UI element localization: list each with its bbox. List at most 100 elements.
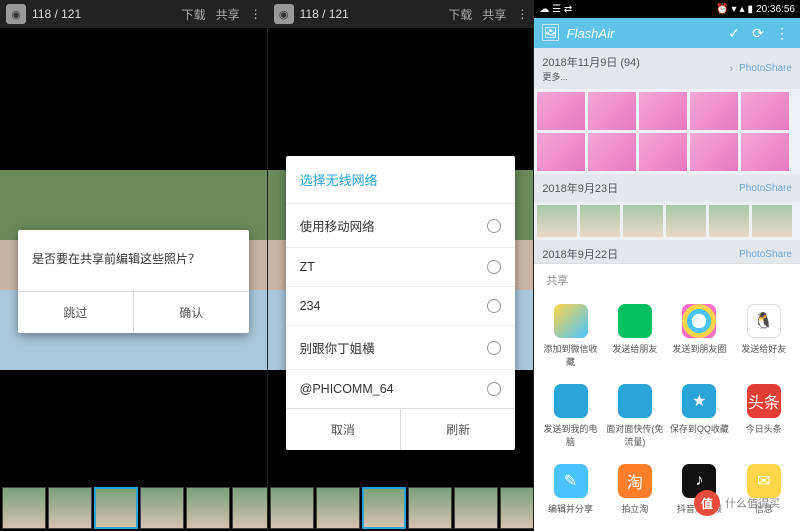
cancel-button[interactable]: 取消 — [286, 409, 400, 450]
network-option[interactable]: 别跟你丁姐横 — [286, 325, 516, 369]
photo-thumb[interactable] — [690, 92, 738, 130]
alarm-icon: ⏰ — [716, 4, 728, 15]
pane-photo-share-confirm: ◉ 118 / 121 下载 共享 ⋮ 是否要在共享前编辑这些照片？ 跳过 确认 — [0, 0, 267, 531]
photo-counter: 118 / 121 — [32, 7, 172, 21]
more-icon[interactable]: ⋮ — [770, 25, 794, 42]
thumbnail[interactable] — [2, 487, 46, 529]
app-label: 发送给朋友 — [605, 342, 665, 355]
network-option[interactable]: 234 — [286, 286, 516, 325]
photo-thumb[interactable] — [741, 92, 789, 130]
check-button[interactable]: ✓ — [722, 25, 746, 42]
more-icon[interactable]: ⋮ — [516, 7, 527, 21]
skip-button[interactable]: 跳过 — [18, 292, 133, 333]
photo-thumb[interactable] — [690, 133, 738, 171]
status-bar: ☁ ☰ ⇄ ⏰▾▴▮20:36:56 — [534, 0, 800, 18]
thumbnail[interactable] — [270, 487, 314, 529]
app-icon — [554, 304, 588, 338]
photoshare-link[interactable]: PhotoShare — [739, 63, 792, 74]
dialog-buttons: 取消 刷新 — [286, 408, 516, 450]
radio-icon — [487, 299, 501, 313]
status-left-icons: ☁ ☰ ⇄ — [539, 4, 713, 15]
app-label: 拍立淘 — [605, 502, 665, 515]
app-label: 发送到朋友圈 — [669, 342, 729, 355]
photo-thumb[interactable] — [623, 205, 663, 237]
toolbar: 🖼 FlashAir ✓ ⟳ ⋮ — [534, 18, 800, 48]
date-section[interactable]: 2018年9月23日 PhotoShare — [534, 174, 800, 202]
date-section[interactable]: 2018年11月9日 (94)更多... › PhotoShare — [534, 48, 800, 89]
share-title: 共享 — [534, 264, 800, 296]
thumbnail[interactable] — [454, 487, 498, 529]
thumbnail[interactable] — [140, 487, 184, 529]
more-icon[interactable]: ⋮ — [250, 7, 261, 21]
thumbnail-selected[interactable] — [94, 487, 138, 529]
share-app-发送到朋友圈[interactable]: 发送到朋友圈 — [667, 296, 731, 376]
share-app-今日头条[interactable]: 头条今日头条 — [732, 376, 796, 456]
download-button[interactable]: 下载 — [182, 6, 206, 23]
thumbnail[interactable] — [408, 487, 452, 529]
status-right: ⏰▾▴▮20:36:56 — [713, 4, 795, 15]
thumbnail[interactable] — [48, 487, 92, 529]
photo-thumb[interactable] — [537, 205, 577, 237]
photo-thumb[interactable] — [639, 92, 687, 130]
photo-thumb[interactable] — [588, 92, 636, 130]
share-app-拍立淘[interactable]: 淘拍立淘 — [603, 456, 667, 523]
thumbnail-strip — [0, 485, 267, 531]
thumbnail-selected[interactable] — [362, 487, 406, 529]
app-icon: ◉ — [274, 4, 294, 24]
section-date: 2018年9月23日 — [542, 180, 739, 196]
app-icon — [618, 304, 652, 338]
network-option[interactable]: @PHICOMM_64 — [286, 369, 516, 408]
share-app-面对面快传(免流量)[interactable]: 面对面快传(免流量) — [603, 376, 667, 456]
share-button[interactable]: 共享 — [482, 6, 506, 23]
download-button[interactable]: 下载 — [448, 6, 472, 23]
thumbnail[interactable] — [232, 487, 267, 529]
share-app-发送给朋友[interactable]: 发送给朋友 — [603, 296, 667, 376]
dialog-message: 是否要在共享前编辑这些照片？ — [18, 230, 249, 291]
network-option[interactable]: ZT — [286, 247, 516, 286]
share-app-添加到微信收藏[interactable]: 添加到微信收藏 — [538, 296, 602, 376]
section-date: 2018年11月9日 (94) — [542, 54, 723, 70]
photo-thumb[interactable] — [639, 133, 687, 171]
photo-thumb[interactable] — [741, 133, 789, 171]
network-option[interactable]: 使用移动网络 — [286, 203, 516, 247]
select-network-dialog: 选择无线网络 使用移动网络 ZT 234 别跟你丁姐横 @PHICOMM_64 … — [286, 156, 516, 450]
radio-icon — [487, 219, 501, 233]
watermark-logo: 值 — [694, 490, 720, 516]
refresh-button[interactable]: 刷新 — [400, 409, 515, 450]
thumbnail[interactable] — [316, 487, 360, 529]
photo-thumb[interactable] — [588, 133, 636, 171]
photo-thumb[interactable] — [752, 205, 792, 237]
share-button[interactable]: 共享 — [216, 6, 240, 23]
wifi-icon: ▾ — [731, 4, 736, 15]
app-icon: ◉ — [6, 4, 26, 24]
confirm-button[interactable]: 确认 — [133, 292, 249, 333]
header: ◉ 118 / 121 下载 共享 ⋮ — [0, 0, 267, 28]
app-title: FlashAir — [567, 26, 722, 41]
app-icon — [554, 384, 588, 418]
app-label: 今日头条 — [734, 422, 794, 435]
photo-thumb[interactable] — [709, 205, 749, 237]
photo-thumb[interactable] — [537, 133, 585, 171]
share-app-发送到我的电脑[interactable]: 发送到我的电脑 — [538, 376, 602, 456]
photo-thumb[interactable] — [537, 92, 585, 130]
chevron-right-icon: › — [729, 63, 733, 75]
app-label: 保存到QQ收藏 — [669, 422, 729, 435]
dialog-title: 选择无线网络 — [286, 156, 516, 203]
share-app-保存到QQ收藏[interactable]: ★保存到QQ收藏 — [667, 376, 731, 456]
share-app-发送给好友[interactable]: 🐧发送给好友 — [732, 296, 796, 376]
thumbnail-strip — [268, 485, 534, 531]
photoshare-link[interactable]: PhotoShare — [739, 183, 792, 194]
photo-thumb[interactable] — [580, 205, 620, 237]
app-label: 发送给好友 — [734, 342, 794, 355]
thumbnail[interactable] — [500, 487, 534, 529]
app-icon — [682, 304, 716, 338]
app-label: 添加到微信收藏 — [540, 342, 600, 368]
thumbnail[interactable] — [186, 487, 230, 529]
photo-thumb[interactable] — [666, 205, 706, 237]
refresh-button[interactable]: ⟳ — [746, 25, 770, 42]
edit-before-share-dialog: 是否要在共享前编辑这些照片？ 跳过 确认 — [18, 230, 249, 333]
share-app-编辑并分享[interactable]: ✎编辑并分享 — [538, 456, 602, 523]
app-label: 编辑并分享 — [540, 502, 600, 515]
pane-flashair-gallery: ☁ ☰ ⇄ ⏰▾▴▮20:36:56 🖼 FlashAir ✓ ⟳ ⋮ 2018… — [533, 0, 800, 531]
photoshare-link[interactable]: PhotoShare — [739, 249, 792, 260]
